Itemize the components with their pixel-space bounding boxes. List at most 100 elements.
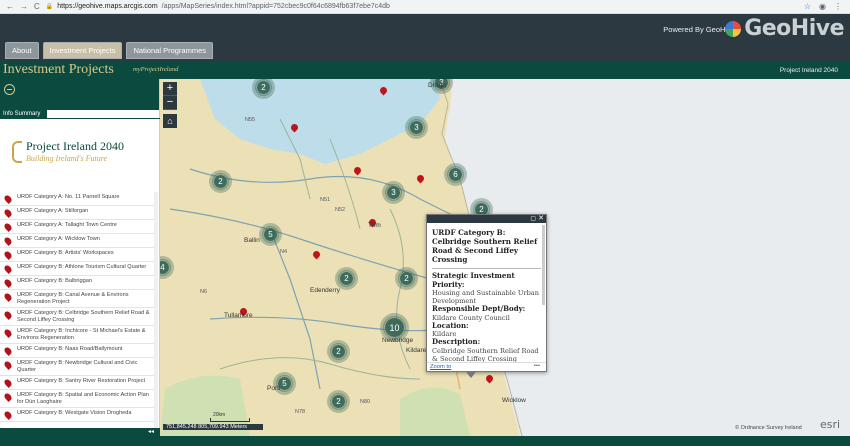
list-item[interactable]: URDF Category B: Balbriggan: [0, 276, 158, 290]
tab-about[interactable]: About: [5, 42, 39, 59]
field-value: Celbridge Southern Relief Road & Second …: [432, 346, 539, 363]
list-item[interactable]: URDF Category B: Westgate Vision Droghed…: [0, 408, 158, 422]
list-item[interactable]: URDF Category B: Spatial and Economic Ac…: [0, 390, 158, 408]
browser-toolbar: ← → C 🔒 https://geohive.maps.arcgis.com /…: [0, 0, 850, 14]
popup-footer: Zoom to •••: [427, 362, 546, 371]
project-ireland-logo: Project Ireland 2040 Building Ireland's …: [10, 139, 124, 163]
field-label: Strategic Investment Priority:: [432, 271, 515, 289]
list-item[interactable]: URDF Category B: Athlone Tourism Cultura…: [0, 262, 158, 276]
town-label: Wicklow: [502, 397, 526, 404]
address-bar[interactable]: 🔒 https://geohive.maps.arcgis.com/apps/M…: [46, 3, 804, 10]
logo-line-2: Building Ireland's Future: [26, 154, 108, 163]
tab-national-programmes[interactable]: National Programmes: [126, 42, 213, 59]
home-button[interactable]: ⌂: [163, 114, 177, 128]
map-cluster[interactable]: 5: [262, 226, 279, 243]
zoom-to-link[interactable]: Zoom to: [430, 364, 451, 370]
page-subtitle: myProjectIreland: [133, 66, 179, 73]
forward-icon[interactable]: →: [20, 2, 28, 11]
zoom-in-button[interactable]: +: [163, 82, 177, 96]
map-pin-icon: [3, 360, 13, 370]
list-item[interactable]: URDF Category A: Tallaght Town Centre: [0, 220, 158, 234]
map-pin-icon: [3, 346, 13, 356]
map-pin-icon: [3, 222, 13, 232]
feature-popup: ▢ ✕ URDF Category B: Celbridge Southern …: [426, 214, 547, 372]
coordinates-readout: 751,845.248 805,709.943 Meters: [163, 424, 263, 430]
map-cluster[interactable]: 2: [255, 79, 272, 96]
harp-icon: [10, 141, 22, 163]
info-tab-underline: [0, 118, 160, 119]
list-item[interactable]: URDF Category B: Celbridge Southern Reli…: [0, 308, 158, 326]
tab-investment-projects[interactable]: Investment Projects: [42, 42, 123, 59]
list-item[interactable]: URDF Category A: Wicklow Town: [0, 234, 158, 248]
popup-body: URDF Category B: Celbridge Southern Reli…: [427, 223, 546, 363]
menu-icon[interactable]: ⋮: [834, 2, 842, 11]
map-pin-icon[interactable]: [313, 251, 320, 260]
map-pin-icon: [3, 378, 13, 388]
popup-title: URDF Category B: Celbridge Southern Reli…: [432, 228, 541, 269]
list-item[interactable]: URDF Category B: Newbridge Cultural and …: [0, 358, 158, 376]
map-pin-icon: [3, 250, 13, 260]
geohive-logo-text: GeoHive: [744, 16, 844, 41]
map-cluster[interactable]: 2: [212, 173, 229, 190]
map-cluster[interactable]: 2: [338, 270, 355, 287]
reload-icon[interactable]: C: [34, 2, 40, 11]
list-item[interactable]: URDF Category A: Stillorgan: [0, 206, 158, 220]
list-item[interactable]: URDF Category B: Canal Avenue & Environs…: [0, 290, 158, 308]
map-pin-icon: [3, 328, 13, 338]
popup-scrollbar[interactable]: [542, 225, 545, 305]
map-pin-icon: [3, 310, 13, 320]
town-label: Portl: [267, 385, 281, 392]
list-item[interactable]: URDF Category B: Inchicore - St Michael'…: [0, 326, 158, 344]
map-pin-icon: [3, 208, 13, 218]
town-label: Trim: [368, 222, 381, 229]
road-label: N51: [320, 197, 331, 203]
url-path: /apps/MapSeries/index.html?appid=752cbec…: [161, 3, 390, 10]
map-cluster[interactable]: 3: [408, 119, 425, 136]
title-bar: Investment Projects myProjectIreland Pro…: [0, 62, 850, 79]
list-item[interactable]: URDF Category A: No. 11 Parnell Square: [0, 192, 158, 206]
map-cluster[interactable]: 2: [330, 343, 347, 360]
globe-icon[interactable]: [4, 84, 15, 95]
close-icon[interactable]: ✕: [538, 214, 544, 222]
list-scrollbar[interactable]: [154, 192, 158, 430]
maximize-icon[interactable]: ▢: [530, 215, 536, 222]
more-options-icon[interactable]: •••: [534, 363, 540, 369]
map-pin-icon[interactable]: [291, 124, 298, 133]
copyright-text: © Ordnance Survey Ireland: [735, 425, 802, 431]
town-label: Drogh: [428, 82, 446, 89]
geohive-logo[interactable]: GeoHive: [725, 16, 844, 41]
map-cluster[interactable]: 2: [398, 270, 415, 287]
town-label: Tullamore: [224, 312, 253, 319]
zoom-control: + −: [163, 82, 177, 110]
road-label: N4: [280, 249, 288, 255]
map-pin-icon: [3, 410, 13, 420]
bookmark-star-icon[interactable]: ☆: [804, 2, 811, 11]
road-label: N6: [200, 289, 208, 295]
road-label: N55: [245, 117, 256, 123]
zoom-out-button[interactable]: −: [163, 96, 177, 110]
panel-footer: ◂◂: [0, 428, 160, 436]
map-cluster[interactable]: 3: [385, 184, 402, 201]
list-item[interactable]: URDF Category B: Santry River Restoratio…: [0, 376, 158, 390]
panel-toolbar: [0, 79, 159, 110]
collapse-panel-icon[interactable]: ◂◂: [148, 428, 154, 435]
map-cluster[interactable]: 2: [330, 393, 347, 410]
map-cluster[interactable]: 6: [447, 166, 464, 183]
town-label: Ballin: [244, 237, 260, 244]
road-label: N52: [335, 207, 346, 213]
map-pin-icon: [3, 278, 13, 288]
list-item[interactable]: URDF Category B: Naas Road/Ballymount: [0, 344, 158, 358]
profile-icon[interactable]: ◉: [819, 2, 826, 11]
app-header: Powered By GeoHive GeoHive About Investm…: [0, 14, 850, 62]
back-icon[interactable]: ←: [6, 2, 14, 11]
esri-logo[interactable]: esri: [820, 418, 840, 431]
map-pin-icon[interactable]: [380, 87, 387, 96]
list-item[interactable]: URDF Category B: Artists' Workspaces: [0, 248, 158, 262]
map-cluster[interactable]: 10: [383, 316, 406, 339]
map-pin-icon[interactable]: [354, 167, 361, 176]
map-pin-icon[interactable]: [417, 175, 424, 184]
url-host: https://geohive.maps.arcgis.com: [57, 3, 158, 10]
page-footer-bar: [0, 436, 850, 446]
map-pin-icon[interactable]: [486, 375, 493, 384]
field-label: Location:: [432, 320, 469, 330]
